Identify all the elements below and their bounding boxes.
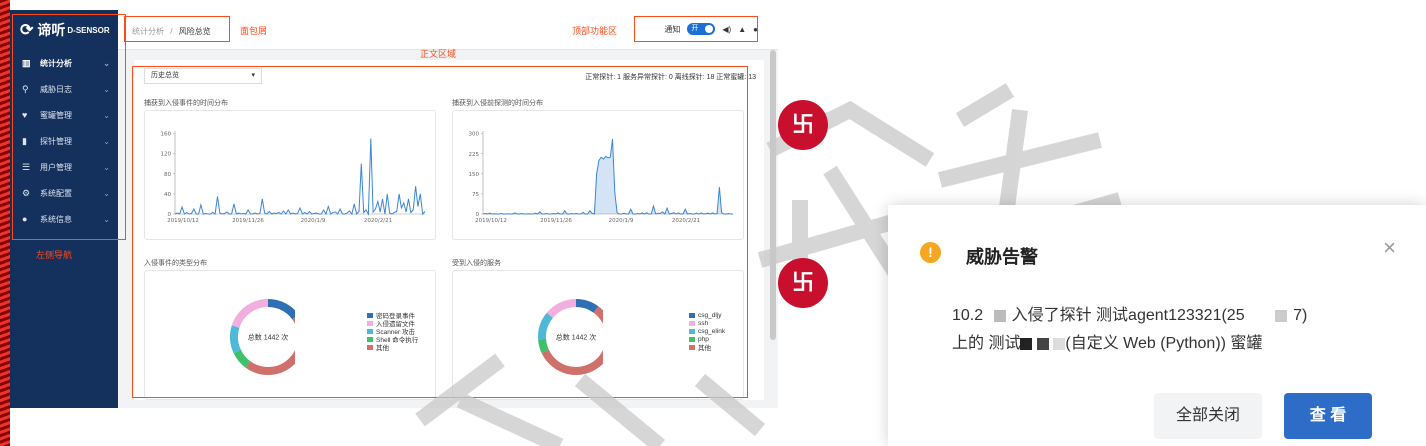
redaction-block <box>1275 309 1288 322</box>
threat-alert-notification: ! 威胁告警 × 10.2 入侵了探针 测试agent123321(25 7) … <box>888 205 1426 446</box>
message-ip-prefix: 10.2 <box>952 307 984 324</box>
message-line1-end: 7) <box>1293 307 1308 324</box>
redaction-block <box>1036 337 1049 350</box>
breadcrumb-annotation-label: 面包屑 <box>240 26 268 36</box>
app-window: ⟳ 谛听 D-SENSOR ▥ 统计分析 ⌄ ⚲ 威胁日志 ⌄ ♥ 蜜罐管理 ⌄ ▮ … <box>10 10 778 408</box>
message-line2: (自定义 Web (Python)) 蜜罐 <box>1065 335 1263 352</box>
notification-title: 威胁告警 <box>966 247 1038 267</box>
view-button[interactable]: 查 看 <box>1284 393 1372 439</box>
left-edge-decoration <box>0 0 10 446</box>
close-all-button[interactable]: 全部关闭 <box>1154 393 1262 439</box>
sidebar-annotation-box <box>12 14 126 240</box>
redaction-block <box>1053 337 1066 350</box>
content-annotation-box <box>132 66 748 398</box>
toolbar-annotation-label: 顶部功能区 <box>572 26 618 36</box>
message-line1: 入侵了探针 测试agent123321(25 <box>1011 307 1245 324</box>
toolbar-annotation-box <box>634 16 758 42</box>
scrollbar[interactable] <box>770 50 776 340</box>
content-annotation-label: 正文区域 <box>420 49 457 59</box>
red-seal-sticker: 卐 <box>778 258 828 308</box>
warning-icon: ! <box>920 242 941 263</box>
message-line2-prefix: 上的 测试 <box>952 335 1021 352</box>
red-seal-sticker: 卐 <box>778 100 828 150</box>
redaction-block <box>1020 337 1033 350</box>
sidebar-annotation-label: 左侧导航 <box>36 250 73 260</box>
redaction-block <box>993 309 1006 322</box>
notification-message: 10.2 入侵了探针 测试agent123321(25 7) 上的 测试 (自定… <box>952 302 1392 358</box>
close-icon[interactable]: × <box>1383 235 1396 261</box>
breadcrumb-annotation-box <box>124 16 230 42</box>
